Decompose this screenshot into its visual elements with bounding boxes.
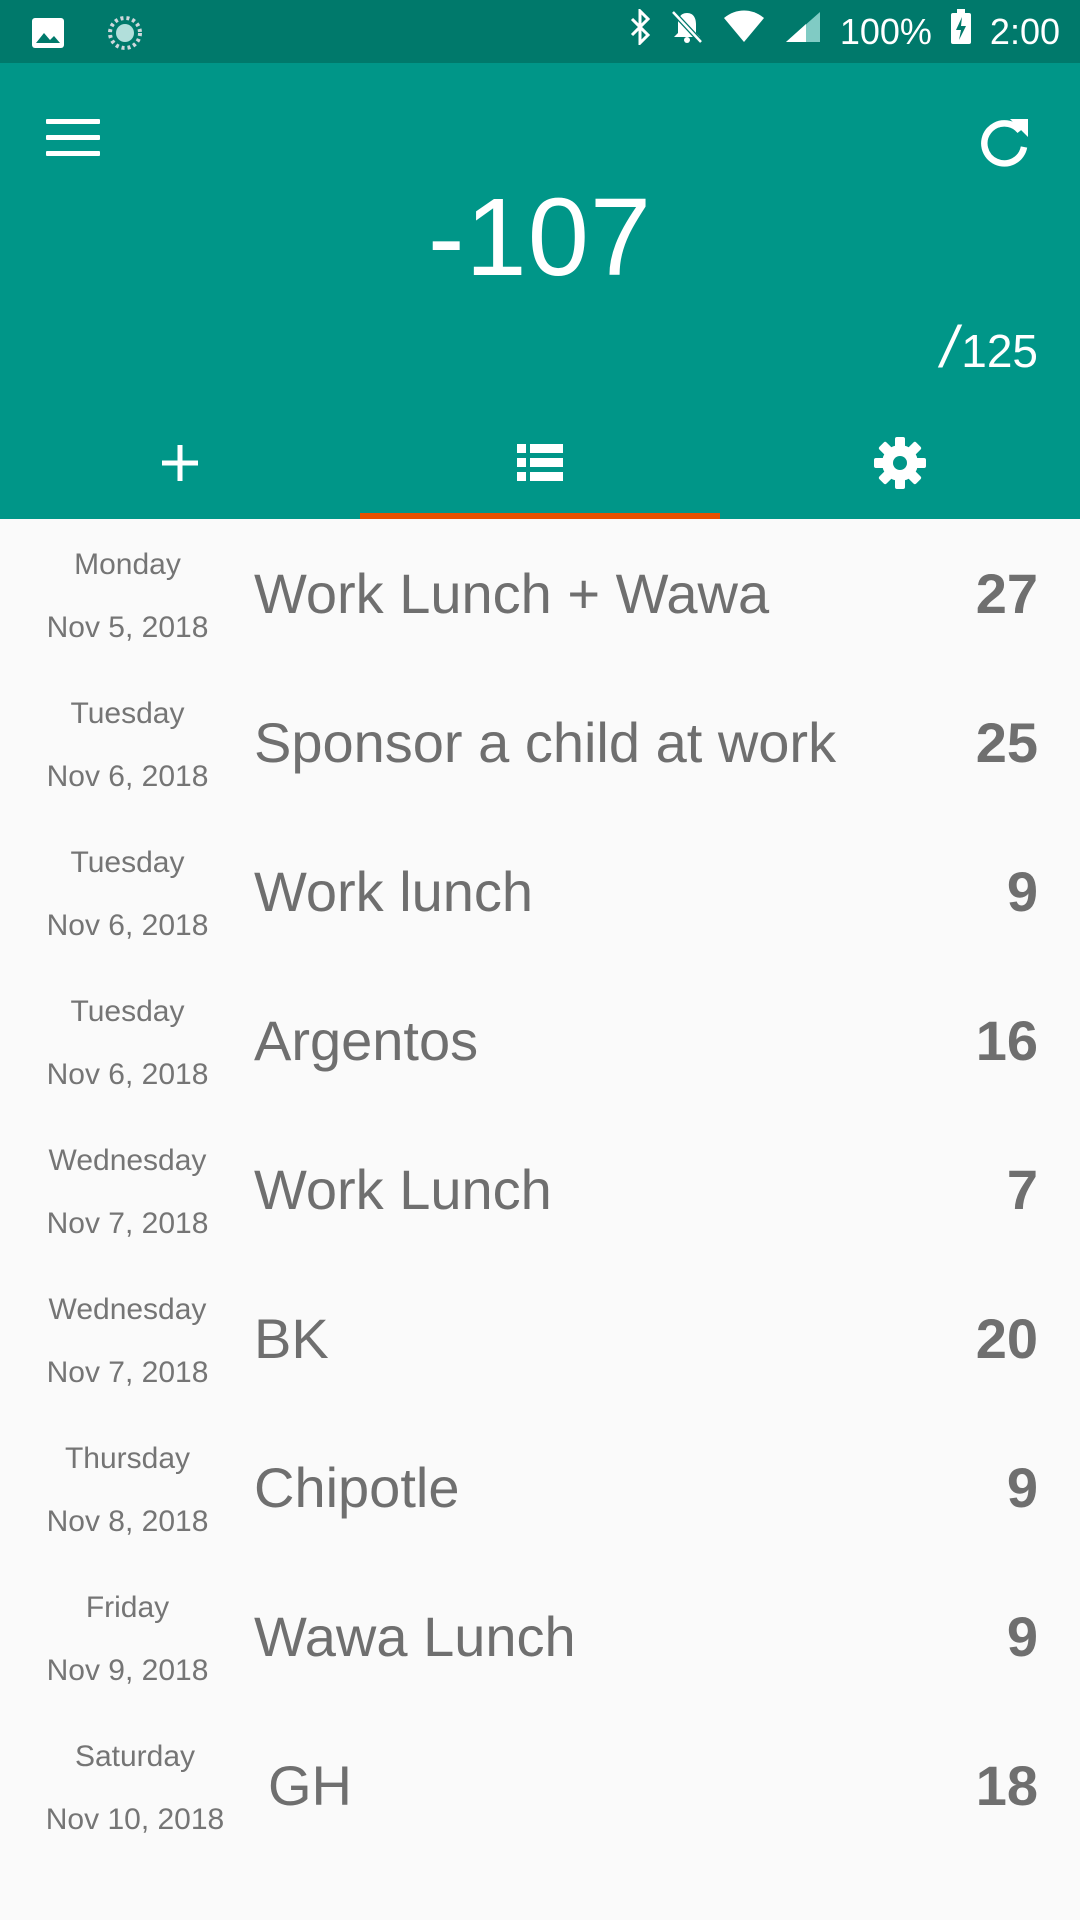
entry-amount: 9 [1006, 860, 1038, 923]
entry-day: Saturday [74, 1740, 196, 1773]
entry-amount: 27 [975, 562, 1038, 625]
list-item[interactable]: Monday Nov 5, 2018 Work Lunch + Wawa 27 [0, 519, 1080, 668]
entry-date-text: Nov 7, 2018 [46, 1356, 209, 1389]
entry-day: Tuesday [70, 697, 185, 730]
entry-day: Friday [85, 1591, 170, 1624]
entry-amount: 9 [1006, 1456, 1038, 1519]
entry-amount: 18 [975, 1754, 1038, 1817]
entry-date-text: Nov 6, 2018 [46, 909, 209, 942]
entry-day: Wednesday [48, 1144, 207, 1177]
expense-list: Monday Nov 5, 2018 Work Lunch + Wawa 27 … [0, 519, 1080, 1860]
entry-amount: 16 [975, 1009, 1038, 1072]
list-item[interactable]: Wednesday Nov 7, 2018 BK 20 [0, 1264, 1080, 1413]
entry-description: Sponsor a child at work [254, 711, 837, 774]
entry-amount: 7 [1006, 1158, 1038, 1221]
app-header: -107 /125 [0, 63, 1080, 519]
entry-date-text: Nov 8, 2018 [46, 1505, 209, 1538]
list-icon [517, 443, 563, 487]
list-item[interactable]: Friday Nov 9, 2018 Wawa Lunch 9 [0, 1562, 1080, 1711]
entry-description: Argentos [254, 1009, 479, 1072]
gear-icon [873, 436, 927, 495]
menu-icon[interactable] [46, 119, 100, 163]
tab-list[interactable] [360, 411, 720, 519]
battery-charging-icon [950, 9, 972, 54]
entry-description: Wawa Lunch [254, 1605, 576, 1668]
image-icon [30, 16, 66, 55]
entry-date-text: Nov 6, 2018 [46, 760, 209, 793]
entry-date-text: Nov 5, 2018 [46, 611, 209, 644]
status-bar: 100% 2:00 [0, 0, 1080, 63]
list-item[interactable]: Tuesday Nov 6, 2018 Work lunch 9 [0, 817, 1080, 966]
entry-description: Work Lunch + Wawa [254, 562, 770, 625]
budget-slash: / [941, 315, 958, 380]
battery-percent: 100% [839, 10, 932, 52]
entry-description: Work Lunch [254, 1158, 552, 1221]
clock: 2:00 [989, 10, 1060, 52]
entry-date-text: Nov 10, 2018 [45, 1803, 225, 1836]
list-item[interactable]: Tuesday Nov 6, 2018 Sponsor a child at w… [0, 668, 1080, 817]
notifications-off-icon [670, 9, 704, 54]
balance-value: -107 [427, 176, 653, 299]
entry-date-text: Nov 9, 2018 [46, 1654, 209, 1687]
list-item[interactable]: Tuesday Nov 6, 2018 Argentos 16 [0, 966, 1080, 1115]
wifi-icon [722, 10, 766, 53]
entry-day: Monday [74, 548, 181, 581]
entry-date-text: Nov 6, 2018 [46, 1058, 209, 1091]
budget-total: /125 [941, 318, 1038, 381]
signal-icon [784, 10, 822, 53]
entry-description: GH [268, 1754, 352, 1817]
entry-date-text: Nov 7, 2018 [46, 1207, 209, 1240]
bluetooth-icon [628, 7, 652, 54]
entry-description: BK [254, 1307, 329, 1370]
entry-day: Thursday [64, 1442, 191, 1475]
budget-value: 125 [961, 325, 1038, 377]
entry-amount: 25 [975, 711, 1038, 774]
entry-amount: 20 [975, 1307, 1038, 1370]
tab-settings[interactable] [720, 411, 1080, 519]
tab-bar [0, 411, 1080, 519]
entry-description: Chipotle [254, 1456, 460, 1519]
entry-day: Tuesday [70, 995, 185, 1028]
entry-day: Wednesday [48, 1293, 207, 1326]
sync-icon [106, 14, 144, 57]
entry-description: Work lunch [254, 860, 534, 923]
entry-amount: 9 [1006, 1605, 1038, 1668]
list-item[interactable]: Saturday Nov 10, 2018 GH 18 [0, 1711, 1080, 1860]
add-icon [160, 443, 200, 488]
tab-add[interactable] [0, 411, 360, 519]
list-item[interactable]: Thursday Nov 8, 2018 Chipotle 9 [0, 1413, 1080, 1562]
entry-day: Tuesday [70, 846, 185, 879]
list-item[interactable]: Wednesday Nov 7, 2018 Work Lunch 7 [0, 1115, 1080, 1264]
refresh-icon[interactable] [974, 113, 1034, 173]
